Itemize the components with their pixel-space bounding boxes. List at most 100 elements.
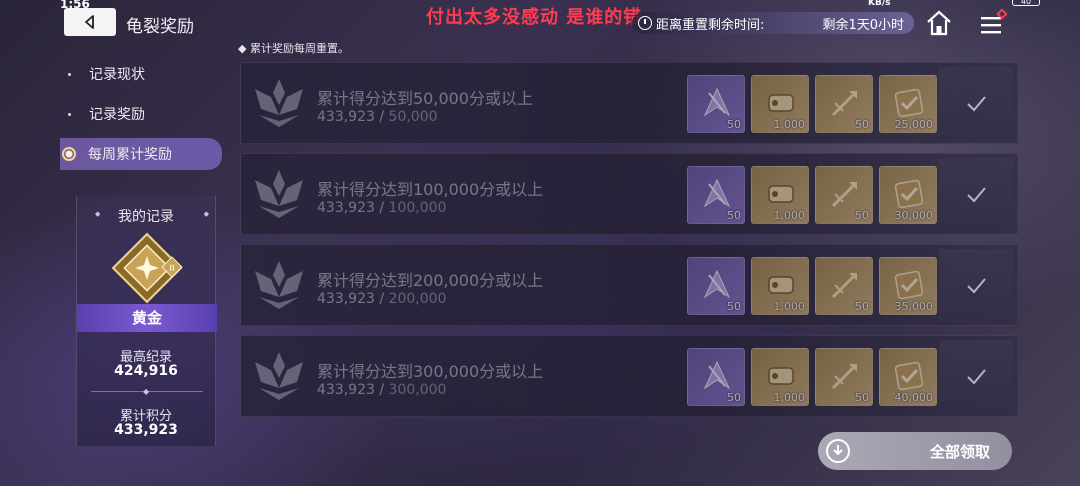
reward-title: 累计得分达到50,000分或以上 — [317, 89, 533, 108]
claim-all-button[interactable]: 全部领取 — [818, 432, 1012, 470]
purple-crystal-icon — [703, 87, 731, 117]
bullet-icon — [68, 72, 71, 76]
reward-title: 累计得分达到300,000分或以上 — [317, 362, 544, 381]
checkmark-icon — [967, 278, 986, 294]
reward-item[interactable]: 1,000 — [751, 75, 809, 133]
reward-item[interactable]: 50 — [815, 166, 873, 224]
item-quantity: 50 — [855, 300, 869, 313]
bullet-icon — [68, 112, 71, 116]
gold-rank-emblem-icon: II — [111, 232, 183, 304]
tier-badge-icon — [255, 352, 303, 400]
gold-coin-icon — [894, 88, 924, 118]
progress-separator: / — [374, 109, 389, 125]
gold-arrow-icon — [831, 273, 857, 299]
reward-row: 累计得分达到100,000分或以上 433,923 / 100,000 50 1… — [240, 153, 1018, 235]
progress-current: 433,923 — [317, 291, 375, 307]
purple-crystal-icon — [703, 360, 731, 390]
reward-item[interactable]: 1,000 — [751, 257, 809, 315]
reward-items: 50 1,000 50 40,000 — [687, 348, 937, 406]
reward-item[interactable]: 30,000 — [879, 166, 937, 224]
battery-indicator: 40 — [1012, 0, 1040, 6]
checkmark-icon — [967, 187, 986, 203]
my-record-card: 我的记录 II 黄金 最高纪录 424,916 ◆ 累计积分 433,923 — [76, 196, 217, 446]
purple-crystal-icon — [703, 178, 731, 208]
reward-row: 累计得分达到50,000分或以上 433,923 / 50,000 50 1,0… — [240, 62, 1018, 144]
gold-scroll-icon — [768, 185, 794, 203]
active-marker-icon — [62, 147, 76, 161]
tier-badge-icon — [255, 79, 303, 127]
sidebar-item-weekly-rewards[interactable]: 每周累计奖励 — [60, 138, 222, 170]
reward-row: 累计得分达到300,000分或以上 433,923 / 300,000 50 1… — [240, 335, 1018, 417]
reset-timer: 距离重置剩余时间: 剩余1天0小时 — [632, 12, 914, 34]
reward-item[interactable]: 50 — [687, 166, 745, 224]
item-quantity: 1,000 — [773, 209, 806, 222]
weekly-reset-note: ◆ 累计奖励每周重置。 — [238, 42, 349, 55]
item-quantity: 50 — [855, 118, 869, 131]
home-icon[interactable] — [924, 8, 954, 38]
checkmark-icon — [967, 96, 986, 112]
download-icon — [826, 439, 850, 463]
gold-scroll-icon — [768, 367, 794, 385]
reward-item[interactable]: 1,000 — [751, 348, 809, 406]
item-quantity: 50 — [855, 391, 869, 404]
reset-timer-value: 剩余1天0小时 — [822, 17, 904, 33]
item-quantity: 1,000 — [773, 118, 806, 131]
page-title: 龟裂奖励 — [126, 17, 194, 37]
reward-item[interactable]: 35,000 — [879, 257, 937, 315]
clock-icon — [638, 16, 652, 30]
sidebar-item-label: 记录奖励 — [89, 107, 145, 123]
reward-title: 累计得分达到200,000分或以上 — [317, 271, 544, 290]
reward-item[interactable]: 50 — [815, 257, 873, 315]
back-button[interactable] — [64, 8, 116, 36]
gold-scroll-icon — [768, 94, 794, 112]
gold-arrow-icon — [831, 182, 857, 208]
claimed-slot[interactable] — [939, 249, 1013, 323]
network-speed: KB/s — [868, 0, 891, 8]
rank-name: 黄金 — [77, 304, 217, 332]
gold-coin-icon — [894, 361, 924, 391]
reward-progress: 433,923 / 300,000 — [317, 382, 446, 398]
item-quantity: 30,000 — [894, 209, 934, 222]
reward-items: 50 1,000 50 25,000 — [687, 75, 937, 133]
item-quantity: 50 — [727, 391, 741, 404]
reward-item[interactable]: 50 — [687, 348, 745, 406]
sidebar-item-record-rewards[interactable]: 记录奖励 — [60, 98, 222, 130]
claim-all-label: 全部领取 — [930, 443, 991, 461]
claimed-slot[interactable] — [939, 158, 1013, 232]
purple-crystal-icon — [703, 269, 731, 299]
reward-title: 累计得分达到100,000分或以上 — [317, 180, 544, 199]
item-quantity: 40,000 — [894, 391, 934, 404]
record-card-title: 我的记录 — [77, 206, 215, 226]
reward-items: 50 1,000 50 30,000 — [687, 166, 937, 224]
tier-badge-icon — [255, 261, 303, 309]
sidebar-item-record-status[interactable]: 记录现状 — [60, 58, 222, 90]
total-points-value: 433,923 — [114, 422, 178, 438]
gold-scroll-icon — [768, 276, 794, 294]
item-quantity: 1,000 — [773, 300, 806, 313]
back-arrow-icon — [85, 15, 94, 29]
progress-separator: / — [374, 291, 389, 307]
item-quantity: 35,000 — [894, 300, 934, 313]
claimed-slot[interactable] — [939, 67, 1013, 141]
reward-item[interactable]: 1,000 — [751, 166, 809, 224]
sidebar-item-label: 记录现状 — [89, 67, 145, 83]
item-quantity: 1,000 — [773, 391, 806, 404]
progress-goal: 200,000 — [388, 291, 447, 307]
reward-item[interactable]: 50 — [687, 257, 745, 315]
progress-goal: 300,000 — [388, 382, 447, 398]
reward-item[interactable]: 50 — [687, 75, 745, 133]
gold-coin-icon — [894, 270, 924, 300]
reward-item[interactable]: 25,000 — [879, 75, 937, 133]
reward-item[interactable]: 40,000 — [879, 348, 937, 406]
gold-arrow-icon — [831, 91, 857, 117]
progress-current: 433,923 — [317, 200, 375, 216]
reward-item[interactable]: 50 — [815, 75, 873, 133]
reward-item[interactable]: 50 — [815, 348, 873, 406]
reward-items: 50 1,000 50 35,000 — [687, 257, 937, 315]
item-quantity: 25,000 — [894, 118, 934, 131]
diamond-icon: ◆ — [143, 387, 150, 396]
svg-text:II: II — [169, 264, 174, 274]
progress-current: 433,923 — [317, 109, 375, 125]
claimed-slot[interactable] — [939, 340, 1013, 414]
progress-goal: 50,000 — [388, 109, 438, 125]
